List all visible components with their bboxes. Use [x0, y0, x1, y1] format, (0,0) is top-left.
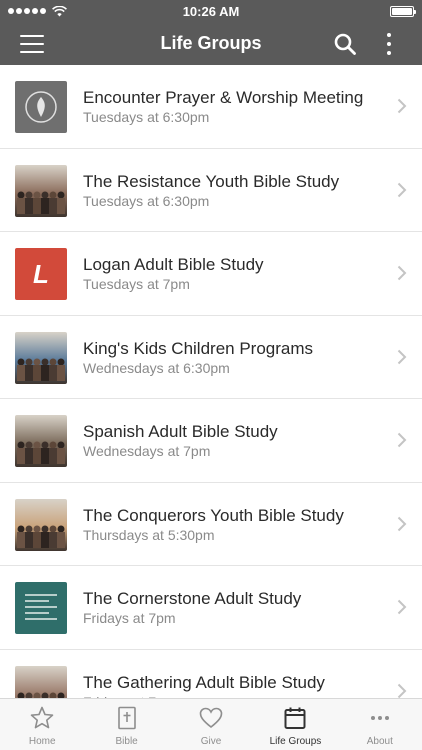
life-groups-list: Encounter Prayer & Worship Meeting Tuesda… [0, 65, 422, 698]
group-thumbnail [15, 331, 67, 384]
more-dots-icon [370, 716, 389, 720]
tab-life-groups[interactable]: Life Groups [253, 699, 337, 750]
tab-label: Life Groups [269, 736, 322, 747]
group-thumbnail [15, 81, 67, 133]
tab-bar: Home Bible Give Life Groups About [0, 698, 422, 750]
heart-icon [199, 707, 223, 729]
group-title: King's Kids Children Programs [83, 338, 314, 358]
list-item[interactable]: The Conquerors Youth Bible Study Thursday… [0, 483, 422, 566]
chevron-right-icon [397, 98, 407, 114]
chevron-right-icon [397, 349, 407, 364]
group-title: Encounter Prayer & Worship Meeting [83, 88, 364, 107]
chevron-right-icon [397, 432, 407, 448]
group-thumbnail [15, 582, 67, 634]
group-title: Spanish Adult Bible Study [83, 422, 278, 441]
tab-label: Give [200, 736, 222, 747]
group-title: The Resistance Youth Bible Study [83, 171, 340, 191]
group-thumbnail [15, 415, 67, 467]
tab-home[interactable]: Home [0, 699, 84, 750]
more-options-icon[interactable] [380, 31, 398, 57]
group-title: The Gathering Adult Bible Study [83, 672, 325, 692]
group-schedule: Fridays at 7pm [83, 610, 176, 626]
tab-label: Home [28, 736, 56, 747]
list-item[interactable]: Spanish Adult Bible Study Wednesdays at 7… [0, 399, 422, 483]
chevron-right-icon [397, 683, 407, 698]
chevron-right-icon [397, 516, 407, 531]
calendar-icon [284, 707, 306, 729]
tab-about[interactable]: About [338, 699, 422, 750]
group-thumbnail [15, 164, 67, 217]
group-schedule: Wednesdays at 6:30pm [83, 359, 230, 376]
group-title: The Cornerstone Adult Study [83, 589, 302, 608]
group-schedule: Tuesdays at 6:30pm [83, 109, 210, 125]
tab-label: About [366, 736, 393, 747]
bible-icon [117, 706, 136, 730]
flame-logo-icon [25, 91, 57, 123]
list-item[interactable]: Encounter Prayer & Worship Meeting Tuesda… [0, 65, 422, 149]
group-title: Logan Adult Bible Study [83, 255, 264, 274]
group-schedule: Tuesdays at 6:30pm [83, 192, 210, 209]
chalkboard-photo [25, 594, 57, 620]
group-thumbnail [15, 498, 67, 551]
menu-icon[interactable] [20, 35, 44, 53]
group-photo [17, 525, 65, 548]
group-schedule: Tuesdays at 7pm [83, 276, 190, 292]
wifi-icon [52, 5, 67, 16]
group-photo [17, 441, 65, 464]
list-item[interactable]: The Cornerstone Adult Study Fridays at 7p… [0, 566, 422, 650]
chevron-right-icon [397, 599, 407, 615]
list-item[interactable]: King's Kids Children Programs Wednesdays … [0, 316, 422, 399]
group-schedule: Wednesdays at 7pm [83, 443, 211, 459]
group-photo [17, 358, 65, 381]
group-photo [17, 692, 65, 698]
search-icon[interactable] [333, 32, 357, 56]
nav-bar: Life Groups [0, 22, 422, 65]
group-title: The Conquerors Youth Bible Study [83, 505, 344, 525]
group-thumbnail: L [15, 248, 67, 300]
status-bar: 10:26 AM [0, 0, 422, 22]
star-icon [30, 706, 54, 729]
group-schedule: Thursdays at 5:30pm [83, 526, 215, 543]
chevron-right-icon [397, 265, 407, 281]
battery-icon [390, 5, 416, 17]
list-item[interactable]: The Resistance Youth Bible Study Tuesdays… [0, 149, 422, 232]
chevron-right-icon [397, 182, 407, 197]
list-item[interactable]: L Logan Adult Bible Study Tuesdays at 7pm [0, 232, 422, 316]
page-title: Life Groups [160, 33, 262, 53]
group-photo [17, 191, 65, 214]
signal-group [8, 5, 67, 17]
tab-label: Bible [115, 736, 138, 747]
tab-bible[interactable]: Bible [84, 699, 168, 750]
tab-give[interactable]: Give [169, 699, 253, 750]
group-thumbnail [15, 665, 67, 698]
logan-logo-letter: L [33, 258, 49, 289]
list-item[interactable]: The Gathering Adult Bible StudyFridays a… [0, 650, 422, 698]
signal-strength-icon [8, 8, 46, 14]
